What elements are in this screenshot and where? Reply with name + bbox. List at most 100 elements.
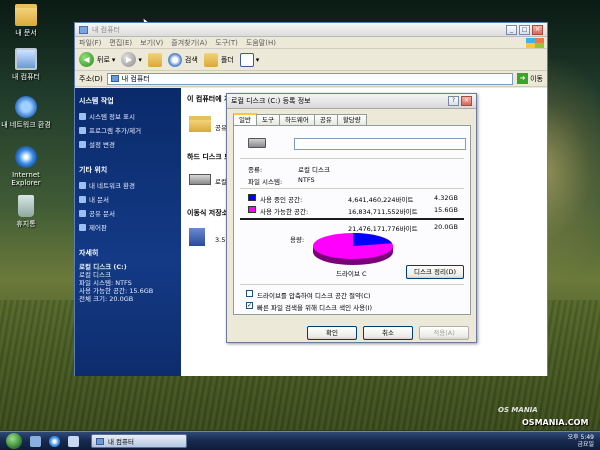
chevron-down-icon: ▾ <box>138 55 142 64</box>
views-button[interactable]: ▾ <box>239 52 260 67</box>
start-button[interactable] <box>6 433 22 449</box>
settings-icon <box>79 140 86 148</box>
network-icon <box>79 181 86 189</box>
close-button[interactable]: × <box>532 24 543 35</box>
menu-help[interactable]: 도움말(H) <box>246 38 276 48</box>
menu-favorites[interactable]: 즐겨찾기(A) <box>171 38 207 48</box>
maximize-button[interactable]: □ <box>519 24 530 35</box>
shared-folder-icon[interactable] <box>189 116 211 132</box>
desktop-icon-ie[interactable]: Internet Explorer <box>0 146 52 187</box>
index-checkbox[interactable]: ✓ <box>246 302 253 309</box>
address-bar: 주소(D) 내 컴퓨터 ➜ 이동 <box>75 71 547 87</box>
fs-value: NTFS <box>298 176 315 184</box>
minimize-button[interactable]: _ <box>506 24 517 35</box>
desktop-icon-my-documents[interactable]: 내 문서 <box>0 4 52 37</box>
search-button[interactable]: 검색 <box>167 52 198 67</box>
used-label: 사용 중인 공간: <box>260 196 303 204</box>
chevron-down-icon: ▾ <box>111 55 116 64</box>
cancel-button[interactable]: 취소 <box>363 326 413 340</box>
desktop-icon-label: Internet Explorer <box>11 171 41 187</box>
divider <box>240 188 464 189</box>
divider <box>240 158 464 159</box>
desktop-icon-label: 내 컴퓨터 <box>12 73 40 81</box>
explorer-titlebar[interactable]: 내 컴퓨터 _ □ × <box>75 23 547 37</box>
folders-button[interactable]: 폴더 <box>203 52 234 67</box>
folder-up-icon <box>147 52 162 67</box>
type-label: 종류: <box>248 166 263 174</box>
used-gb: 4.32GB <box>434 194 458 202</box>
folders-icon <box>203 52 218 67</box>
ok-button[interactable]: 확인 <box>307 326 357 340</box>
tab-quota[interactable]: 할당량 <box>336 114 367 125</box>
hard-drive-icon[interactable] <box>189 174 211 185</box>
floppy-label[interactable]: 3.5 <box>215 236 225 244</box>
address-input[interactable]: 내 컴퓨터 <box>106 72 514 85</box>
help-button[interactable]: ? <box>448 96 459 106</box>
menu-tools[interactable]: 도구(T) <box>215 38 238 48</box>
menu-view[interactable]: 보기(V) <box>140 38 163 48</box>
go-button[interactable]: ➜ 이동 <box>517 73 543 84</box>
quick-launch-desktop-icon[interactable] <box>30 435 41 447</box>
chevron-down-icon: ▾ <box>255 55 260 64</box>
dialog-titlebar[interactable]: 로컬 디스크 (C:) 등록 정보 ? × <box>227 94 476 109</box>
compress-label: 드라이브를 압축하여 디스크 공간 절약(C) <box>257 292 371 300</box>
desktop-icon-label: 휴지통 <box>16 220 36 228</box>
task-system-info[interactable]: 시스템 정보 표시 <box>79 111 177 121</box>
quick-launch-ie-icon[interactable] <box>49 435 60 447</box>
control-panel-icon <box>79 223 86 231</box>
apply-button[interactable]: 적용(A) <box>419 326 469 340</box>
type-value: 로컬 디스크 <box>298 166 330 174</box>
tab-hardware[interactable]: 하드웨어 <box>278 114 315 125</box>
programs-icon <box>79 126 86 134</box>
watermark-line1: OS MANIA <box>498 406 538 414</box>
tab-general[interactable]: 일반 <box>233 113 257 125</box>
compress-checkbox[interactable] <box>246 290 253 297</box>
taskbar-task-my-computer[interactable]: 내 컴퓨터 <box>91 434 187 448</box>
recycle-bin-icon <box>18 195 34 217</box>
disk-cleanup-button[interactable]: 디스크 정리(D) <box>406 265 464 279</box>
system-tray-clock[interactable]: 오후 5:49 금요일 <box>568 434 594 448</box>
drive-label: 드라이브 C <box>336 270 367 278</box>
floppy-icon[interactable] <box>189 228 205 246</box>
task-add-remove[interactable]: 프로그램 추가/제거 <box>79 125 177 135</box>
free-color-swatch <box>248 206 256 213</box>
details-title: 자세히 <box>79 249 99 257</box>
tab-sharing[interactable]: 공유 <box>313 114 338 125</box>
computer-icon <box>15 48 37 70</box>
back-button[interactable]: ◀ 뒤로 ▾ <box>79 52 115 67</box>
windows-logo-icon <box>526 38 544 48</box>
clock-day: 금요일 <box>577 441 594 448</box>
menu-file[interactable]: 파일(F) <box>79 38 101 48</box>
place-shared-documents[interactable]: 공유 문서 <box>79 208 177 218</box>
menu-edit[interactable]: 편집(E) <box>109 38 132 48</box>
place-control-panel[interactable]: 제어판 <box>79 222 177 232</box>
usage-pie-chart <box>313 233 393 265</box>
free-label: 사용 가능한 공간: <box>260 208 309 216</box>
place-my-documents[interactable]: 내 문서 <box>79 194 177 204</box>
capacity-label: 용량: <box>290 236 305 244</box>
up-button[interactable] <box>147 52 162 67</box>
divider <box>240 284 464 285</box>
quick-launch-window-icon[interactable] <box>68 435 79 447</box>
address-label: 주소(D) <box>79 74 103 83</box>
task-change-setting[interactable]: 설정 변경 <box>79 139 177 149</box>
folder-icon <box>79 209 86 217</box>
volume-name-input[interactable] <box>294 138 466 150</box>
computer-icon <box>96 437 104 445</box>
desktop-icon-my-computer[interactable]: 내 컴퓨터 <box>0 48 52 81</box>
place-network[interactable]: 내 네트워크 환경 <box>79 180 177 190</box>
computer-icon <box>110 75 119 82</box>
details-drive-type: 로컬 디스크 <box>79 271 111 279</box>
details-free-space: 사용 가능한 공간: 15.6GB <box>79 287 154 295</box>
dialog-close-button[interactable]: × <box>461 96 472 106</box>
search-icon <box>167 52 182 67</box>
address-value: 내 컴퓨터 <box>121 74 150 83</box>
divider <box>240 218 464 220</box>
desktop-icon-recycle-bin[interactable]: 휴지통 <box>0 195 52 228</box>
dialog-tabs: 일반 도구 하드웨어 공유 할당량 <box>233 113 367 125</box>
desktop-icon-network[interactable]: 내 네트워크 환경 <box>0 96 52 129</box>
forward-button[interactable]: ▶ ▾ <box>121 52 142 67</box>
tab-tools[interactable]: 도구 <box>255 114 280 125</box>
dialog-title: 로컬 디스크 (C:) 등록 정보 <box>231 97 311 105</box>
used-color-swatch <box>248 194 256 201</box>
